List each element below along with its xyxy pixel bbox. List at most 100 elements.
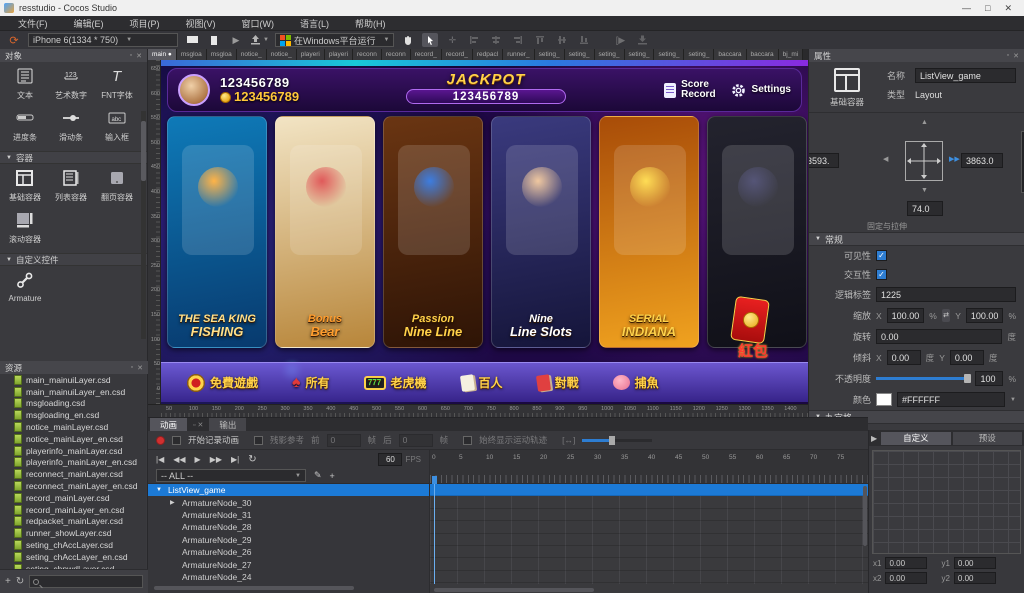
track-row[interactable] [430,534,868,546]
track-row[interactable] [430,571,868,583]
record-frame-icon[interactable]: [▶ [612,33,628,47]
curve-grid[interactable] [872,450,1021,554]
nav-item[interactable]: 百人 [461,374,503,391]
resource-file-item[interactable]: reconnect_mainLayer.csd [0,468,146,480]
track-row[interactable] [430,509,868,521]
align-middle-icon[interactable] [554,33,570,47]
object-item-progress[interactable]: 进度条 [2,107,48,149]
x1-input[interactable]: 0.00 [885,557,927,569]
node-row[interactable]: ArmatureNode_28 [148,521,429,533]
track-row[interactable] [430,496,868,508]
node-row[interactable]: ArmatureNode_29 [148,534,429,546]
visible-checkbox[interactable]: ✓ [876,250,887,261]
align-top-icon[interactable] [532,33,548,47]
expand-icon[interactable]: ▼ [156,487,164,493]
object-item-artnumber[interactable]: 123艺术数字 [48,65,94,107]
edit-animation-icon[interactable]: ✎ [314,470,322,481]
tab-output[interactable]: 输出 [209,418,246,431]
node-row[interactable]: ▶ArmatureNode_30 [148,496,429,508]
document-tab[interactable]: seting_ [535,49,565,60]
arrow-up-icon[interactable]: ▲ [921,119,928,126]
skew-x-input[interactable]: 0.00 [887,350,921,365]
document-tab[interactable]: playeri [297,49,325,60]
track-row[interactable] [430,558,868,570]
game-card[interactable]: SERIALINDIANA [599,116,699,348]
resource-file-item[interactable]: notice_mainLayer.csd [0,421,146,433]
menu-item[interactable]: 视图(V) [174,16,228,31]
resource-file-item[interactable]: notice_mainLayer_en.csd [0,433,146,445]
track-row[interactable] [430,546,868,558]
nodes-hscrollbar[interactable] [154,586,354,590]
select-tool-icon[interactable] [422,33,438,47]
color-swatch[interactable] [876,393,892,406]
y2-input[interactable]: 0.00 [954,572,996,584]
resource-file-item[interactable]: record_mainLayer_en.csd [0,504,146,516]
menu-item[interactable]: 语言(L) [288,16,341,31]
document-tab[interactable]: seting_ [625,49,655,60]
maximize-button[interactable]: □ [985,3,990,14]
next-frame-button[interactable]: ▶▶ [210,455,222,464]
resource-file-item[interactable]: runner_showLayer.csd [0,527,146,539]
object-item-scroll-container[interactable]: 滚动容器 [2,209,48,251]
object-item-slider[interactable]: 滑动条 [48,107,94,149]
portrait-phone-icon[interactable] [206,33,222,47]
resource-file-item[interactable]: playerinfo_mainLayer.csd [0,445,146,457]
float-panel-icon[interactable]: ▫ [131,364,133,372]
tab-main[interactable]: main ● [148,49,177,60]
tab-custom-curve[interactable]: 自定义 [881,432,950,445]
node-row[interactable]: ArmatureNode_26 [148,546,429,558]
document-tab[interactable]: playeri [325,49,353,60]
document-tab[interactable]: notice_ [237,49,267,60]
resource-file-item[interactable]: main_mainuiLayer_en.csd [0,386,146,398]
document-tab[interactable]: seting_ [595,49,625,60]
object-item-armature[interactable]: Armature [2,269,48,311]
move-anchor-icon[interactable]: ✛ [444,33,460,47]
objects-scrollbar[interactable] [141,111,146,339]
position-bottom-input[interactable]: 74.0 [907,201,943,216]
minimize-button[interactable]: — [962,3,971,14]
resource-search-input[interactable] [29,575,143,588]
prev-frame-button[interactable]: ◀◀ [173,455,185,464]
loop-button[interactable]: ↻ [248,454,256,465]
node-row[interactable]: ▼ListView_game [148,484,429,496]
nav-item[interactable]: ♠所有 [292,374,330,392]
menu-item[interactable]: 文件(F) [6,16,60,31]
rotate-input[interactable]: 0.00 [876,329,1002,344]
import-icon[interactable] [634,33,650,47]
object-section-header[interactable]: ▼自定义控件 [0,253,147,266]
document-tab[interactable]: record_ [411,49,442,60]
scale-link-icon[interactable]: ⇄ [942,309,950,322]
object-item-fnt[interactable]: TFNT字体 [94,65,140,107]
align-left-icon[interactable] [466,33,482,47]
name-input[interactable]: ListView_game [915,68,1016,83]
y1-input[interactable]: 0.00 [954,557,996,569]
interactive-checkbox[interactable]: ✓ [876,269,887,280]
arrow-right-icon[interactable]: ▶▶ [949,155,960,163]
document-tab[interactable]: record_ [442,49,473,60]
position-left-input[interactable]: -3593. [808,153,839,168]
node-row[interactable]: ArmatureNode_24 [148,571,429,583]
after-frames-input[interactable]: 0 [399,434,433,447]
publish-icon[interactable]: ▼ [250,33,269,47]
align-center-icon[interactable] [488,33,504,47]
nav-item[interactable]: 777老虎機 [364,374,427,391]
object-item-list-container[interactable]: 列表容器 [48,167,94,209]
close-panel-icon[interactable]: ✕ [137,364,143,372]
scale-y-input[interactable]: 100.00 [966,308,1004,323]
document-tab[interactable]: runner_ [503,49,534,60]
play-curve-icon[interactable]: ▶ [871,434,877,443]
float-panel-icon[interactable]: ▫ [1007,52,1009,60]
document-tab[interactable]: reconn [382,49,411,60]
tab-animation[interactable]: 动画 [150,418,187,431]
add-animation-button[interactable]: + [330,471,335,481]
game-card[interactable]: THE SEA KINGFISHING [167,116,267,348]
object-item-text[interactable]: 文本 [2,65,48,107]
resource-file-item[interactable]: seting_chAccLayer_en.csd [0,551,146,563]
add-resource-button[interactable]: + [5,576,11,587]
fps-input[interactable]: 60 [378,453,402,466]
skew-y-input[interactable]: 0.00 [950,350,984,365]
document-tab[interactable]: msgloa [207,49,237,60]
timeline-hscrollbar[interactable] [434,588,594,592]
close-button[interactable]: ✕ [1004,3,1012,14]
document-tab[interactable]: redpacl [473,49,503,60]
